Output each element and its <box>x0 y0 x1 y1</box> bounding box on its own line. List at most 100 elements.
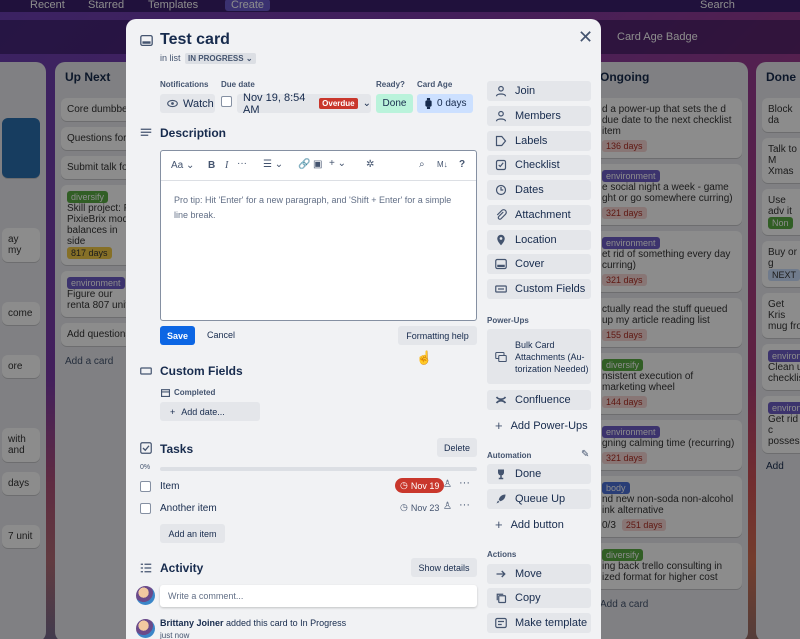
sidebar-button-label: Queue Up <box>515 493 566 505</box>
due-date-button[interactable]: Nov 19, 8:54 AM Overdue ⌄ <box>237 91 371 116</box>
list-name: IN PROGRESS <box>188 54 244 63</box>
task-checkbox[interactable] <box>140 481 151 492</box>
watch-button[interactable]: Watch <box>160 94 215 113</box>
task-more-icon[interactable]: ··· <box>459 477 470 489</box>
sidebar-button[interactable]: Attachment <box>487 205 591 225</box>
image-icon[interactable]: ▣ <box>313 159 322 170</box>
due-date-checkbox[interactable] <box>221 96 232 107</box>
progress-bar <box>160 467 477 471</box>
cancel-button[interactable]: Cancel <box>207 330 235 340</box>
overdue-badge: Overdue <box>319 98 358 109</box>
more-formatting-button[interactable]: ··· <box>237 158 247 169</box>
card-age-field[interactable]: 0 days <box>417 94 473 113</box>
show-details-button[interactable]: Show details <box>411 558 477 577</box>
activity-action: added this card to In Progress <box>226 618 347 628</box>
power-ups-heading: Power-Ups <box>487 316 529 325</box>
clock-icon: ◷ <box>400 480 408 490</box>
sidebar-button[interactable]: Labels <box>487 131 591 151</box>
sidebar-button-label: Location <box>515 234 557 246</box>
task-due: Nov 19 <box>410 480 440 491</box>
task-checkbox[interactable] <box>140 503 151 514</box>
add-power-ups-button-label: Add Power-Ups <box>510 419 588 432</box>
task-due: Nov 23 <box>410 502 440 513</box>
task-due-badge[interactable]: ◷ Nov 19 <box>395 478 445 493</box>
attachment-icon[interactable]: ⌕ <box>419 159 425 170</box>
in-list-prefix: in list <box>160 53 181 63</box>
sidebar-button[interactable]: Make template <box>487 613 591 633</box>
insert-plus-icon[interactable]: + ⌄ <box>329 158 346 169</box>
calendar-icon <box>161 389 170 397</box>
pin-icon <box>497 234 505 246</box>
sidebar-button[interactable]: Confluence <box>487 390 591 410</box>
sidebar-button[interactable]: Queue Up <box>487 489 591 509</box>
avatar[interactable] <box>136 586 155 605</box>
checkbox-icon <box>495 159 507 171</box>
sidebar-button[interactable]: Cover <box>487 254 591 274</box>
activity-title: Activity <box>160 561 204 575</box>
add-date-button[interactable]: + Add date... <box>160 402 260 421</box>
sidebar-button[interactable]: Move <box>487 564 591 584</box>
sidebar-button-label: Members <box>515 110 561 122</box>
list-name-dropdown[interactable]: IN PROGRESS ⌄ <box>185 53 256 64</box>
activity-entry: Brittany Joiner added this card to In Pr… <box>160 618 346 628</box>
assign-member-icon[interactable]: ♙ <box>443 479 452 490</box>
add-power-ups-button[interactable]: + Add Power-Ups <box>495 418 588 433</box>
bold-button[interactable]: B <box>208 160 215 171</box>
editor-toolbar: Aa ⌄ B I ··· ☰ ⌄ 🔗 ▣ + ⌄ ✲ ⌕ M↓ ? <box>161 151 476 181</box>
automation-heading: Automation <box>487 451 532 460</box>
checklist-item[interactable]: Item ◷ Nov 19 ♙ ··· <box>140 477 477 497</box>
save-button[interactable]: Save <box>160 326 195 345</box>
arrow-icon <box>496 570 506 578</box>
avatar[interactable] <box>136 619 155 638</box>
plus-icon: + <box>495 517 503 532</box>
italic-button[interactable]: I <box>225 160 228 171</box>
activity-user[interactable]: Brittany Joiner <box>160 618 224 628</box>
watch-device-icon <box>425 98 432 109</box>
task-name[interactable]: Item <box>160 481 179 492</box>
sidebar-button[interactable]: Location <box>487 230 591 250</box>
add-automation-button[interactable]: + Add button <box>495 517 564 532</box>
add-date-label: Add date... <box>181 406 225 417</box>
sidebar-button[interactable]: Done <box>487 464 591 484</box>
close-icon[interactable]: ✕ <box>578 27 593 48</box>
clear-format-icon[interactable]: ✲ <box>366 159 374 170</box>
formatting-help-button[interactable]: Formatting help <box>398 326 477 345</box>
assign-member-icon[interactable]: ♙ <box>443 501 452 512</box>
add-item-button[interactable]: Add an item <box>160 524 225 543</box>
sidebar-button[interactable]: Dates <box>487 180 591 200</box>
ready-field[interactable]: Done <box>376 94 413 113</box>
due-date-label: Due date <box>221 80 255 89</box>
copy-icon <box>496 593 507 604</box>
sidebar-button[interactable]: Join <box>487 81 591 101</box>
markdown-icon[interactable]: M↓ <box>437 160 448 169</box>
sidebar-button[interactable]: Checklist <box>487 155 591 175</box>
text-style-dropdown[interactable]: Aa ⌄ <box>171 160 194 171</box>
card-detail-modal: Test card in list IN PROGRESS ⌄ ✕ Notifi… <box>126 19 601 639</box>
sidebar-button[interactable]: Custom Fields <box>487 279 591 299</box>
link-icon[interactable]: 🔗 <box>298 159 310 170</box>
sidebar-button[interactable]: Members <box>487 106 591 126</box>
sidebar-button[interactable]: Bulk Card Attachments (Au-torization Nee… <box>487 329 591 384</box>
task-due-badge[interactable]: ◷ Nov 23 <box>395 500 444 515</box>
edit-pencil-icon[interactable]: ✎ <box>581 449 589 460</box>
sidebar-button-label: Bulk Card Attachments (Au-torization Nee… <box>515 339 589 374</box>
help-button[interactable]: ? <box>459 159 465 170</box>
card-title[interactable]: Test card <box>160 31 230 49</box>
checklist-item[interactable]: Another item ◷ Nov 23 ♙ ··· <box>140 499 477 519</box>
due-date-value: Nov 19, 8:54 AM <box>243 91 306 116</box>
card-age-label: Card Age <box>417 80 453 89</box>
comment-input[interactable]: Write a comment... <box>160 585 477 607</box>
activity-time[interactable]: just now <box>160 631 189 639</box>
bullet-list-icon[interactable]: ☰ ⌄ <box>263 159 283 170</box>
text-style-label: Aa <box>171 160 184 171</box>
custom-fields-title: Custom Fields <box>160 364 243 378</box>
sidebar-button-label: Dates <box>515 184 544 196</box>
task-name[interactable]: Another item <box>160 503 217 514</box>
sidebar-button[interactable]: Copy <box>487 588 591 608</box>
card-icon <box>495 258 507 270</box>
description-placeholder[interactable]: Pro tip: Hit 'Enter' for a new paragraph… <box>174 193 464 223</box>
watch-label: Watch <box>183 97 214 110</box>
task-more-icon[interactable]: ··· <box>459 499 470 511</box>
delete-checklist-button[interactable]: Delete <box>437 438 477 457</box>
description-title: Description <box>160 126 227 140</box>
